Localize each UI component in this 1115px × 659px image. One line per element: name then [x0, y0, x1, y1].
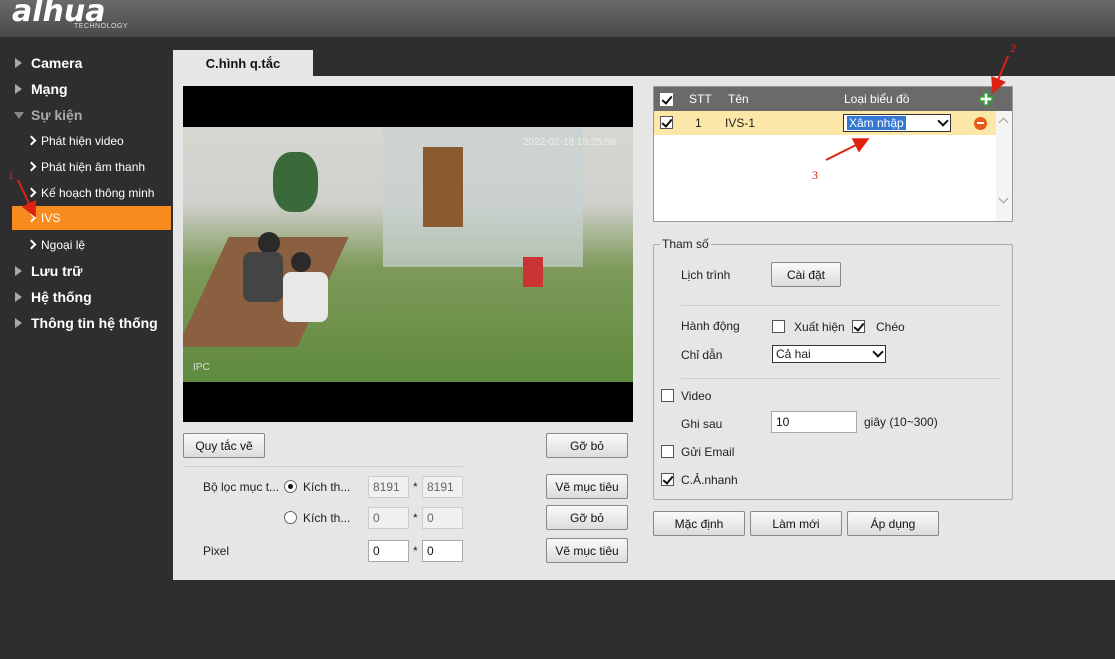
- annotation-arrows: [17, 55, 1009, 218]
